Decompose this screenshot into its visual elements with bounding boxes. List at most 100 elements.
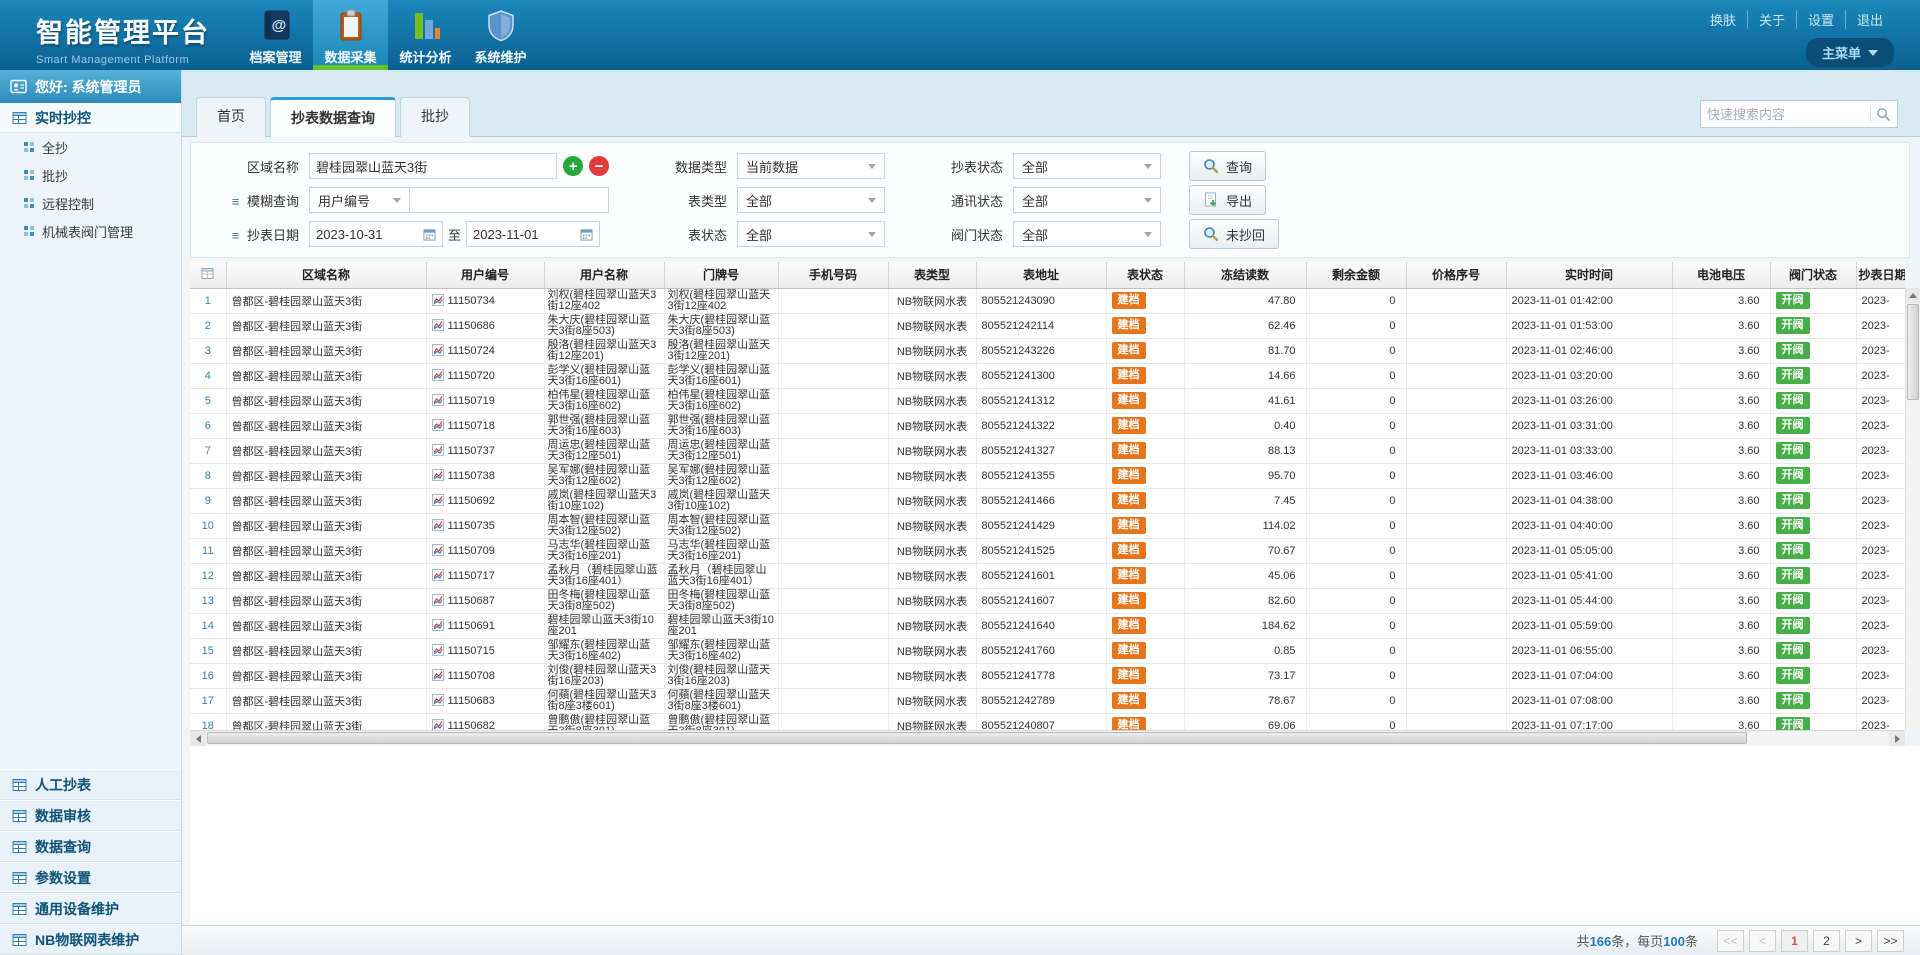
- valve-status-select[interactable]: 全部: [1013, 221, 1161, 247]
- area-name-input[interactable]: [309, 153, 557, 179]
- table-row[interactable]: 4曾都区-碧桂园翠山蓝天3街11150720彭学义(碧桂园翠山蓝天3街16座60…: [190, 363, 1905, 388]
- table-row[interactable]: 11曾都区-碧桂园翠山蓝天3街11150709马志华(碧桂园翠山蓝天3街16座2…: [190, 538, 1905, 563]
- select-all-header[interactable]: [190, 262, 226, 288]
- table-row[interactable]: 13曾都区-碧桂园翠山蓝天3街11150687田冬梅(碧桂园翠山蓝天3街8座50…: [190, 588, 1905, 613]
- data-type-select[interactable]: 当前数据: [737, 153, 885, 179]
- export-button[interactable]: 导出: [1189, 185, 1266, 215]
- horizontal-scrollbar[interactable]: [190, 730, 1905, 746]
- chevron-down-icon: [868, 164, 876, 169]
- column-header-11[interactable]: 实时时间: [1506, 262, 1672, 288]
- main-menu-button[interactable]: 主菜单: [1806, 38, 1894, 67]
- search-icon[interactable]: [1876, 107, 1891, 122]
- page-2-button[interactable]: 2: [1813, 930, 1840, 952]
- column-header-9[interactable]: 剩余金额: [1306, 262, 1406, 288]
- add-area-button[interactable]: +: [563, 156, 583, 176]
- scroll-up-arrow[interactable]: [1906, 288, 1920, 303]
- table-row[interactable]: 7曾都区-碧桂园翠山蓝天3街11150737周运忠(碧桂园翠山蓝天3街12座50…: [190, 438, 1905, 463]
- quick-search-input[interactable]: [1707, 107, 1870, 122]
- table-row[interactable]: 5曾都区-碧桂园翠山蓝天3街11150719柏伟星(碧桂园翠山蓝天3街16座60…: [190, 388, 1905, 413]
- table-row[interactable]: 18曾都区-碧桂园翠山蓝天3街11150682曾鹏傲(碧桂园翠山蓝天3街8座30…: [190, 713, 1905, 730]
- table-row[interactable]: 1曾都区-碧桂园翠山蓝天3街11150734刘权(碧桂园翠山蓝天3街12座402…: [190, 288, 1905, 313]
- next-page-button[interactable]: >: [1845, 930, 1872, 952]
- meter-type-select[interactable]: 全部: [737, 187, 885, 213]
- tab-batch-reading[interactable]: 批抄: [400, 97, 470, 137]
- menu-icon[interactable]: ≡: [232, 194, 240, 209]
- date-from-input[interactable]: 2023-10-31: [309, 221, 443, 247]
- remove-area-button[interactable]: −: [589, 156, 609, 176]
- sidebar-group-realtime-reading[interactable]: 实时抄控: [0, 103, 181, 133]
- page-1-button[interactable]: 1: [1781, 930, 1808, 952]
- vertical-scrollbar[interactable]: [1905, 288, 1920, 730]
- prev-page-button[interactable]: <: [1749, 930, 1776, 952]
- nav-item-archives[interactable]: @ 档案管理: [238, 0, 313, 70]
- tab-meter-data-query[interactable]: 抄表数据查询: [270, 97, 396, 137]
- link-settings[interactable]: 设置: [1796, 10, 1845, 29]
- table-row[interactable]: 6曾都区-碧桂园翠山蓝天3街11150718郭世强(碧桂园翠山蓝天3街16座60…: [190, 413, 1905, 438]
- cell-meter-type: NB物联网水表: [888, 438, 976, 463]
- status-badge: 建档: [1112, 517, 1146, 533]
- sidebar-group-nb-meter-maintenance[interactable]: NB物联网表维护: [0, 924, 181, 955]
- table-row[interactable]: 3曾都区-碧桂园翠山蓝天3街11150724殷洛(碧桂园翠山蓝天3街12座201…: [190, 338, 1905, 363]
- column-header-12[interactable]: 电池电压: [1672, 262, 1770, 288]
- table-row[interactable]: 8曾都区-碧桂园翠山蓝天3街11150738吴军娜(碧桂园翠山蓝天3街12座60…: [190, 463, 1905, 488]
- table-row[interactable]: 14曾都区-碧桂园翠山蓝天3街11150691碧桂园翠山蓝天3街10座201碧桂…: [190, 613, 1905, 638]
- column-header-13[interactable]: 阀门状态: [1770, 262, 1856, 288]
- date-to-input[interactable]: 2023-11-01: [466, 221, 600, 247]
- column-header-10[interactable]: 价格序号: [1406, 262, 1506, 288]
- link-change-skin[interactable]: 换肤: [1699, 10, 1747, 29]
- sidebar-group-device-maintenance[interactable]: 通用设备维护: [0, 893, 181, 924]
- tab-home[interactable]: 首页: [196, 97, 266, 137]
- comm-status-select[interactable]: 全部: [1013, 187, 1161, 213]
- sidebar-item-remote-control[interactable]: 远程控制: [0, 189, 181, 217]
- column-header-7[interactable]: 表状态: [1106, 262, 1184, 288]
- sidebar-group-data-query[interactable]: 数据查询: [0, 831, 181, 862]
- fuzzy-field-select[interactable]: 用户编号: [309, 187, 409, 213]
- grid-icon: [24, 170, 34, 180]
- link-logout[interactable]: 退出: [1845, 10, 1894, 29]
- table-row[interactable]: 2曾都区-碧桂园翠山蓝天3街11150686朱大庆(碧桂园翠山蓝天3街8座503…: [190, 313, 1905, 338]
- column-header-4[interactable]: 手机号码: [778, 262, 888, 288]
- link-about[interactable]: 关于: [1747, 10, 1796, 29]
- cell-user-name: 周运忠(碧桂园翠山蓝天3街12座501): [544, 438, 664, 463]
- column-header-8[interactable]: 冻结读数: [1184, 262, 1306, 288]
- calendar-icon[interactable]: [423, 228, 436, 241]
- column-header-0[interactable]: 区域名称: [226, 262, 426, 288]
- nav-item-maintenance[interactable]: 系统维护: [463, 0, 538, 70]
- scroll-left-arrow[interactable]: [190, 731, 206, 746]
- first-page-button[interactable]: <<: [1717, 930, 1744, 952]
- column-header-3[interactable]: 门牌号: [664, 262, 778, 288]
- calendar-icon[interactable]: [580, 228, 593, 241]
- cell-valve-status: 开阀: [1770, 413, 1856, 438]
- column-header-1[interactable]: 用户编号: [426, 262, 544, 288]
- column-header-6[interactable]: 表地址: [976, 262, 1106, 288]
- sidebar-group-manual-reading[interactable]: 人工抄表: [0, 769, 181, 800]
- column-header-2[interactable]: 用户名称: [544, 262, 664, 288]
- menu-icon[interactable]: ≡: [232, 228, 240, 243]
- nav-item-data-collection[interactable]: 数据采集: [313, 0, 388, 70]
- table-row[interactable]: 9曾都区-碧桂园翠山蓝天3街11150692戚岚(碧桂园翠山蓝天3街10座102…: [190, 488, 1905, 513]
- table-row[interactable]: 15曾都区-碧桂园翠山蓝天3街11150715邹耀东(碧桂园翠山蓝天3街16座4…: [190, 638, 1905, 663]
- not-read-back-button[interactable]: 未抄回: [1189, 219, 1279, 249]
- export-excel-icon: [1203, 192, 1219, 208]
- sidebar-group-parameter-settings[interactable]: 参数设置: [0, 862, 181, 893]
- scroll-right-arrow[interactable]: [1889, 731, 1905, 746]
- table-row[interactable]: 17曾都区-碧桂园翠山蓝天3街11150683何蘋(碧桂园翠山蓝天3街8座3楼6…: [190, 688, 1905, 713]
- horizontal-scroll-thumb[interactable]: [207, 732, 1747, 744]
- column-header-14[interactable]: 抄表日期: [1856, 262, 1905, 288]
- sidebar-item-full-reading[interactable]: 全抄: [0, 133, 181, 161]
- read-status-select[interactable]: 全部: [1013, 153, 1161, 179]
- sidebar-item-mechanical-valve-mgmt[interactable]: 机械表阀门管理: [0, 217, 181, 245]
- column-header-5[interactable]: 表类型: [888, 262, 976, 288]
- last-page-button[interactable]: >>: [1877, 930, 1904, 952]
- fuzzy-query-input[interactable]: [409, 187, 609, 213]
- table-row[interactable]: 12曾都区-碧桂园翠山蓝天3街11150717孟秋月（碧桂园翠山蓝天3街16座4…: [190, 563, 1905, 588]
- meter-status-select[interactable]: 全部: [737, 221, 885, 247]
- sidebar-item-batch-reading[interactable]: 批抄: [0, 161, 181, 189]
- nav-item-statistics[interactable]: 统计分析: [388, 0, 463, 70]
- vertical-scroll-thumb[interactable]: [1907, 304, 1919, 400]
- sidebar-group-data-audit[interactable]: 数据审核: [0, 800, 181, 831]
- select-all-icon: [201, 267, 214, 280]
- table-row[interactable]: 16曾都区-碧桂园翠山蓝天3街11150708刘俊(碧桂园翠山蓝天3街16座20…: [190, 663, 1905, 688]
- table-row[interactable]: 10曾都区-碧桂园翠山蓝天3街11150735周本智(碧桂园翠山蓝天3街12座5…: [190, 513, 1905, 538]
- query-button[interactable]: 查询: [1189, 151, 1266, 181]
